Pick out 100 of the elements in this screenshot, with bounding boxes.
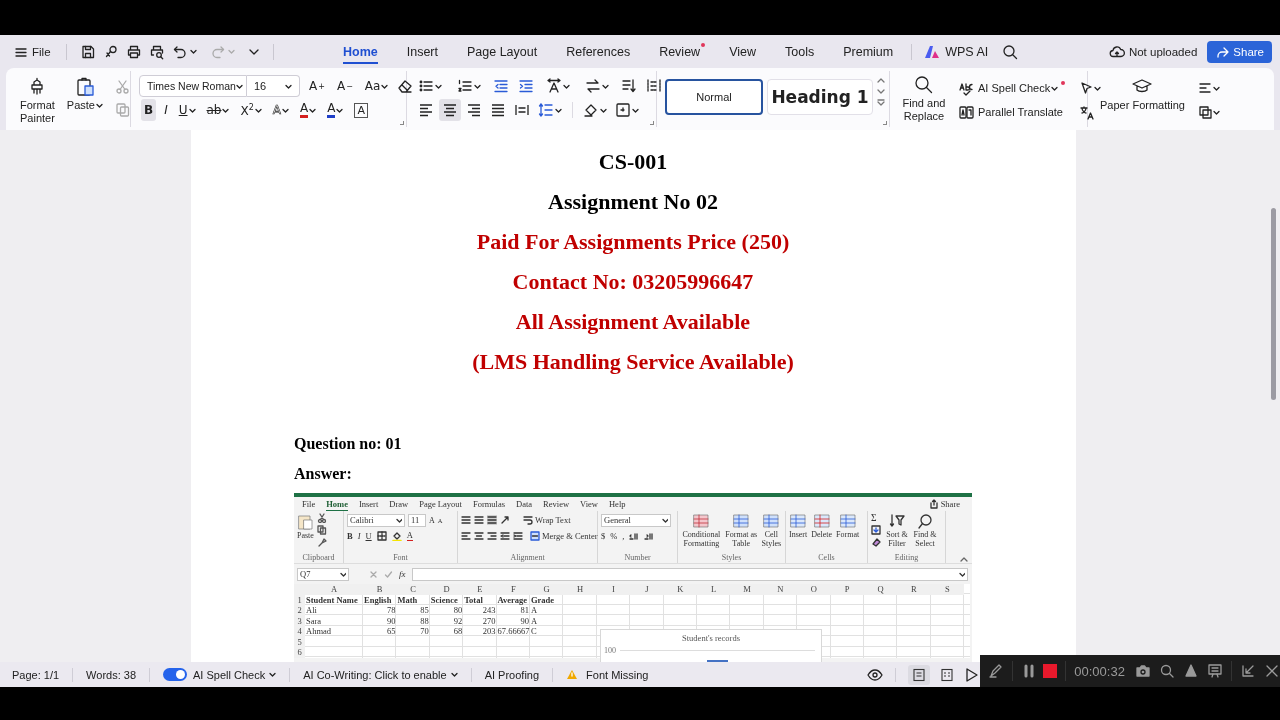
merge-center-button[interactable]: Merge & Center	[530, 531, 598, 541]
pointer-icon[interactable]	[1079, 81, 1094, 95]
menu-tab[interactable]: Home	[343, 35, 378, 68]
name-box[interactable]: Q7	[297, 567, 349, 581]
ai-co-writing-button[interactable]: AI Co-Writing: Click to enable	[303, 668, 458, 681]
columns-icon[interactable]	[646, 78, 662, 94]
caret-icon[interactable]	[282, 106, 290, 114]
swap-icon[interactable]	[585, 78, 601, 94]
print-icon[interactable]	[125, 43, 142, 60]
font-size-button[interactable]: A$^{+}$	[306, 75, 328, 97]
line-spacing-icon[interactable]	[538, 102, 554, 118]
caret-icon[interactable]	[222, 106, 230, 114]
increase-indent-icon[interactable]	[518, 78, 534, 94]
print-preview-icon[interactable]	[148, 43, 165, 60]
bullet-list-icon[interactable]	[418, 78, 434, 94]
menu-tab[interactable]: References	[566, 35, 631, 68]
insert-function-button[interactable]: fx	[399, 569, 406, 579]
italic-button[interactable]: I	[357, 531, 361, 541]
ribbon-button[interactable]: Cell Styles	[760, 513, 782, 548]
text-direction-icon[interactable]	[546, 78, 562, 94]
paste-button[interactable]: Paste	[66, 71, 103, 127]
font-missing-button[interactable]: Font Missing	[586, 668, 649, 681]
page-view-button[interactable]	[908, 664, 930, 685]
font-size-field[interactable]: 11	[408, 513, 426, 527]
ribbon-tab[interactable]: Formulas	[472, 497, 506, 511]
font-field[interactable]: Calibri	[347, 513, 405, 527]
camera-icon[interactable]	[1134, 663, 1151, 679]
ribbon-button[interactable]: Delete	[811, 513, 833, 539]
font-color-button[interactable]: A	[406, 531, 413, 541]
number-format-button[interactable]: $	[601, 531, 606, 541]
align-middle-icon[interactable]	[474, 515, 484, 525]
font-field[interactable]: Times New Roman	[139, 75, 247, 97]
caret-icon[interactable]	[1213, 108, 1220, 116]
ribbon-button[interactable]: Format as Table	[724, 513, 758, 548]
border-icon[interactable]	[615, 102, 631, 118]
layers-icon[interactable]	[1198, 105, 1212, 119]
ribbon-button[interactable]: Sort & Filter	[885, 513, 909, 548]
share-button[interactable]: Share	[1207, 40, 1272, 63]
ribbon-tab[interactable]: Review	[543, 497, 570, 511]
font-size-field[interactable]: 16	[247, 75, 300, 97]
wps-ai-button[interactable]: WPS AI	[924, 44, 989, 59]
ribbon-tab[interactable]: Insert	[358, 497, 379, 511]
italic-button[interactable]: I	[161, 99, 171, 121]
decrease-decimal-icon[interactable]	[644, 531, 655, 541]
caret-icon[interactable]	[254, 106, 262, 114]
ai-spell-check-button[interactable]: AI Spell Check	[956, 77, 1069, 99]
ribbon-button[interactable]: Find & Select	[913, 513, 937, 548]
ribbon-button[interactable]: Format	[836, 513, 860, 539]
align-center-icon[interactable]	[439, 99, 461, 121]
style-preset[interactable]: Normal	[665, 79, 763, 115]
caret-icon[interactable]	[1094, 84, 1102, 92]
ribbon-tab[interactable]: View	[580, 497, 598, 511]
collapse-ribbon-icon[interactable]	[960, 556, 968, 563]
layout-icon[interactable]	[1198, 81, 1212, 95]
parallel-translate-button[interactable]: Parallel Translate	[956, 101, 1069, 123]
caret-icon[interactable]	[435, 82, 442, 90]
caret-icon[interactable]	[600, 106, 607, 114]
paste-button[interactable]: Paste	[297, 513, 314, 540]
caret-icon[interactable]	[450, 671, 458, 678]
paper-formatting-button[interactable]: Paper Formatting	[1100, 71, 1185, 127]
ribbon-tab[interactable]: Draw	[389, 497, 409, 511]
caret-icon[interactable]	[340, 570, 346, 578]
pen-icon[interactable]	[988, 663, 1004, 679]
toggle-switch[interactable]	[163, 668, 188, 681]
caret-icon[interactable]	[1051, 84, 1059, 92]
caret-icon[interactable]	[563, 82, 570, 90]
caret-icon[interactable]	[662, 516, 668, 524]
scroll-down-icon[interactable]	[877, 88, 885, 95]
increase-indent-icon[interactable]	[513, 531, 523, 541]
menu-tab[interactable]: View	[729, 35, 756, 68]
menu-tab[interactable]: Review	[659, 35, 701, 68]
save-icon[interactable]	[79, 43, 96, 60]
caret-icon[interactable]	[285, 82, 294, 90]
ribbon-tab[interactable]: Data	[516, 497, 533, 511]
autosum-button[interactable]: Σ	[871, 513, 881, 523]
share-button[interactable]: Share	[928, 499, 960, 509]
bold-button[interactable]: B	[141, 99, 157, 121]
caret-icon[interactable]	[188, 106, 196, 114]
orientation-icon[interactable]	[500, 515, 510, 525]
number-format-button[interactable]: %	[610, 531, 618, 541]
caret-icon[interactable]	[381, 82, 389, 90]
caret-icon[interactable]	[632, 106, 639, 114]
ribbon-tab[interactable]: Page Layout	[419, 497, 462, 511]
play-icon[interactable]	[964, 666, 980, 683]
scroll-up-icon[interactable]	[877, 77, 885, 84]
bold-button[interactable]: B	[347, 531, 353, 541]
fill-icon[interactable]	[871, 525, 881, 535]
caret-icon[interactable]	[1213, 84, 1220, 92]
caret-icon[interactable]	[189, 48, 197, 55]
format-painter-button[interactable]: Format Painter	[20, 71, 55, 127]
sort-icon[interactable]	[621, 78, 637, 94]
decrease-indent-icon[interactable]	[500, 531, 510, 541]
numbered-list-icon[interactable]	[457, 78, 473, 94]
caret-icon[interactable]	[336, 106, 344, 114]
ribbon-tab[interactable]: File	[302, 497, 316, 511]
search-icon[interactable]	[1158, 663, 1175, 679]
ai-proofing-button[interactable]: AI Proofing	[484, 668, 540, 681]
caret-icon[interactable]	[602, 82, 609, 90]
fill-color-icon[interactable]	[391, 531, 402, 541]
number-format-field[interactable]: General	[601, 513, 671, 527]
